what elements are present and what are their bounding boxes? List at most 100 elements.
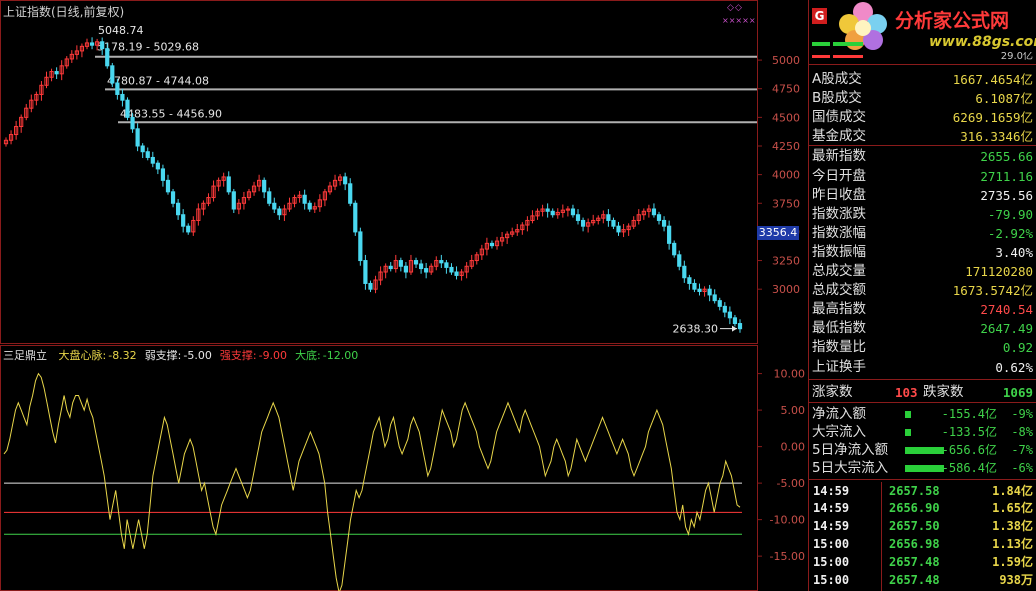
flow-bar (905, 446, 944, 454)
y-axis-label: 4750 (772, 83, 800, 96)
tick-row: 14:59 2656.90 1.65亿 (809, 499, 1036, 517)
chart-area[interactable]: 5000475045004250400037503500325030005178… (0, 0, 808, 591)
support-level-label: 4780.87 - 4744.08 (107, 74, 209, 87)
candlestick-chart[interactable]: 5000475045004250400037503500325030005178… (0, 0, 808, 344)
stat-value: 2711.16 (980, 168, 1033, 184)
stat-row: 最低指数 2647.49 (809, 319, 1036, 338)
support-level-label: 5178.19 - 5029.68 (97, 41, 199, 54)
flow-row: 5日大宗流入 -586.4亿 -6% (809, 459, 1036, 478)
stat-value: 0.92 (1002, 340, 1033, 356)
stat-label: 总成交额 (812, 282, 866, 299)
stat-label: 最高指数 (812, 301, 866, 318)
candle-down (226, 176, 231, 193)
candle-down (160, 168, 166, 181)
flow-bar (905, 410, 911, 418)
tick-divider (881, 482, 882, 591)
candle-down (262, 179, 267, 193)
indicator-legend: 三足鼎立 大盘心脉: -8.32 弱支撑: -5.00 强支撑: -9.00 大底: -12.… (3, 347, 358, 363)
mini-bar-green-2 (833, 42, 863, 46)
candle-down (120, 93, 125, 101)
tick-volume: 1.38亿 (992, 519, 1033, 534)
stat-row: 指数涨跌 -79.90 (809, 205, 1036, 224)
indicator-chart[interactable]: 10.00 5.00 0.00 -5.00 -10.00 -15.00 (0, 345, 808, 591)
stat-label: 国债成交 (812, 109, 866, 126)
stat-label: 昨日收盘 (812, 186, 866, 203)
stat-value: 2735.56 (980, 187, 1033, 203)
stat-value: 6269.1659亿 (952, 110, 1033, 126)
candle-down (550, 210, 555, 216)
indicator-legend-value: -5.00 (183, 349, 212, 362)
candle-down (150, 156, 155, 164)
candle-down (110, 65, 115, 84)
g-badge[interactable]: G (812, 8, 827, 24)
candle-down (54, 71, 59, 75)
indicator-frame (0, 345, 758, 591)
stat-value: 171120280 (965, 264, 1033, 279)
tick-time: 14:59 (813, 501, 850, 516)
candle-down (424, 268, 429, 273)
stat-value: 1673.5742亿 (952, 283, 1033, 299)
candle-down (176, 202, 181, 216)
candle-down (231, 191, 236, 210)
ind-y-axis-label: -10.00 (770, 514, 805, 527)
stat-row: 基金成交 316.3346亿 (809, 127, 1036, 146)
tick-row: 14:59 2657.50 1.38亿 (809, 517, 1036, 535)
indicator-legend-item: 大底: -12.00 (295, 349, 358, 362)
xxx-marker-icon: ××××× (722, 16, 756, 25)
flow-value: -155.4亿 (941, 406, 997, 421)
price-badge: 3356.4 (757, 226, 799, 240)
candle-down (398, 260, 403, 267)
flow-pct: -9% (1011, 406, 1033, 421)
ind-y-axis-label: 10.00 (774, 368, 806, 381)
stat-row: 最高指数 2740.54 (809, 300, 1036, 319)
stat-value: 2655.66 (980, 149, 1033, 165)
stat-label: B股成交 (812, 90, 862, 107)
diamond-icons[interactable]: ◇ ◇ (727, 3, 742, 15)
flow-pct: -7% (1011, 442, 1033, 457)
y-axis-label: 4250 (772, 140, 800, 153)
stat-row: B股成交 6.1087亿 (809, 89, 1036, 108)
candle-down (682, 265, 687, 279)
tick-row: 15:00 2657.48 938万 (809, 571, 1036, 589)
candle-down (145, 151, 150, 158)
candle-down (667, 225, 672, 244)
stat-row: 指数涨幅 -2.92% (809, 224, 1036, 243)
stat-label: 今日开盘 (812, 167, 866, 184)
flow-bar (905, 464, 944, 472)
candle-down (707, 288, 712, 296)
stat-label: 上证换手 (812, 358, 866, 375)
stat-row: 国债成交 6269.1659亿 (809, 108, 1036, 127)
y-axis-label: 4000 (772, 169, 800, 182)
tick-volume: 1.13亿 (992, 537, 1033, 551)
y-axis-label: 3250 (772, 255, 800, 268)
stat-value: 2647.49 (980, 321, 1033, 337)
tick-row: 15:00 2656.98 1.13亿 (809, 535, 1036, 553)
stat-value: 0.62% (995, 359, 1033, 375)
heart-pulse-series (3, 372, 741, 591)
candle-down (439, 260, 444, 264)
indicator-name: 三足鼎立 (3, 349, 47, 362)
flower-icon (839, 2, 887, 50)
y-axis-label: 5000 (772, 54, 800, 67)
stat-value: -2.92% (987, 225, 1033, 241)
stat-row: 指数量比 0.92 (809, 338, 1036, 357)
candle-down (722, 305, 727, 313)
candle-down (130, 116, 135, 130)
candle-down (348, 183, 353, 204)
candle-down (358, 231, 363, 262)
stat-row: 今日开盘 2711.16 (809, 167, 1036, 186)
flow-value: -586.4亿 (941, 460, 997, 475)
mini-bar-red (812, 55, 830, 58)
candle-down (135, 128, 140, 147)
low-marker-label: 2638.30 (673, 323, 719, 336)
flow-label: 大宗流入 (812, 423, 866, 440)
stat-label: 最低指数 (812, 320, 866, 337)
low-marker-arrowhead (732, 325, 737, 332)
ind-y-axis-label: -5.00 (777, 477, 805, 490)
ind-y-axis-label: -15.00 (770, 550, 805, 563)
quote-panel: G 分析家公式网 www.88gs.com 29.0亿 A股成交 1667.465… (808, 0, 1036, 591)
tick-price: 2657.50 (889, 519, 940, 534)
tick-row: 15:00 2657.48 1.59亿 (809, 553, 1036, 571)
indicator-legend-value: -8.32 (108, 349, 137, 362)
stat-label: 指数涨跌 (812, 205, 866, 222)
